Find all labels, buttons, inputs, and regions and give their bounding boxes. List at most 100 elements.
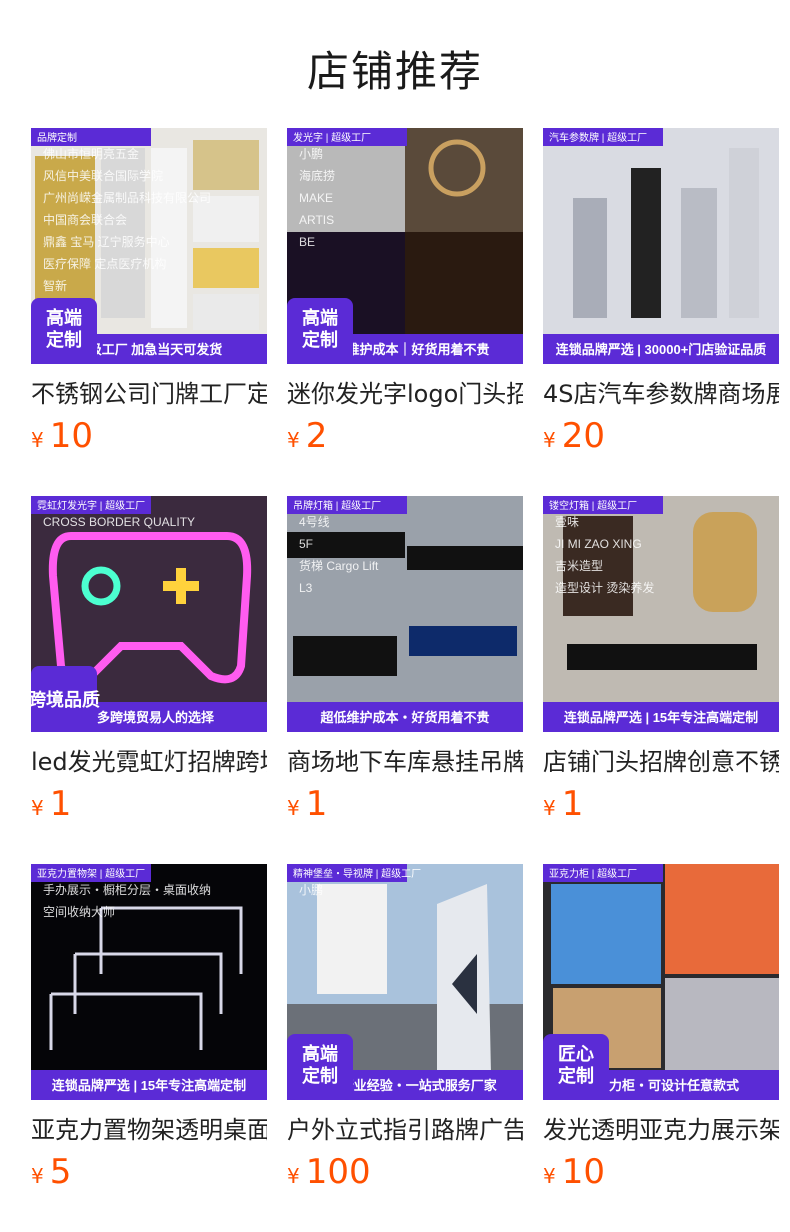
price-value: 5 xyxy=(49,1152,72,1192)
product-image[interactable]: 手办展示・橱柜分层・桌面收纳 空间收纳大师 亚克力置物架 | 超级工厂连锁品牌严选 … xyxy=(31,864,267,1100)
price-value: 10 xyxy=(561,1152,605,1192)
image-text: 造型设计 烫染养发 xyxy=(555,580,654,595)
image-text: 风信中美联合国际学院 xyxy=(43,168,163,183)
image-text: 5F xyxy=(299,537,313,551)
image-tag: 亚克力置物架 | 超级工厂 xyxy=(37,867,145,880)
image-tag: 吊牌灯箱 | 超级工厂 xyxy=(293,499,381,512)
image-text: 中国商会联合会 xyxy=(43,212,127,227)
product-name[interactable]: led发光霓虹灯招牌跨境 xyxy=(31,746,267,778)
product-card[interactable]: 汽车参数牌 | 超级工厂连锁品牌严选 | 30000+门店验证品质 4S店汽车参… xyxy=(543,128,779,456)
product-card[interactable]: CROSS BORDER QUALITY 霓虹灯发光字 | 超级工厂众多跨境贸易人… xyxy=(31,496,267,824)
image-badge-text: 高端 xyxy=(46,307,82,328)
image-tag: 镂空灯箱 | 超级工厂 xyxy=(549,499,637,512)
image-text: L3 xyxy=(299,581,313,595)
image-text: BE xyxy=(299,235,315,249)
image-text: 广州尚嵘金属制品科技有限公司 xyxy=(43,190,211,205)
product-name[interactable]: 商场地下车库悬挂吊牌 xyxy=(287,746,523,778)
image-tag: 亚克力柜 | 超级工厂 xyxy=(549,867,637,880)
image-badge-text: 定制 xyxy=(302,329,338,350)
product-image[interactable]: CROSS BORDER QUALITY 霓虹灯发光字 | 超级工厂众多跨境贸易人… xyxy=(31,496,267,732)
image-badge-text: 高端 xyxy=(302,1043,338,1064)
product-name[interactable]: 户外立式指引路牌广告 xyxy=(287,1114,523,1146)
product-price: ¥20 xyxy=(543,416,779,456)
product-thumbnail-art: 4号线 5F 货梯 Cargo Lift L3 吊牌灯箱 | 超级工厂超低维护成本・好货… xyxy=(287,496,523,732)
product-image[interactable]: 汽车参数牌 | 超级工厂连锁品牌严选 | 30000+门店验证品质 xyxy=(543,128,779,364)
price-value: 100 xyxy=(305,1152,371,1192)
currency-symbol: ¥ xyxy=(31,428,44,452)
product-price: ¥2 xyxy=(287,416,523,456)
product-thumbnail-art: 小鹏精神堡垒・导视牌 | 超级工厂25年行业经验・一站式服务厂家高端定制 xyxy=(287,864,523,1100)
price-value: 1 xyxy=(49,784,72,824)
image-bar-text: 超级工厂 加急当天可发货 xyxy=(76,342,223,357)
price-value: 1 xyxy=(561,784,584,824)
product-price: ¥10 xyxy=(543,1152,779,1192)
image-text: 4号线 xyxy=(299,515,330,529)
product-image[interactable]: 4号线 5F 货梯 Cargo Lift L3 吊牌灯箱 | 超级工厂 超低维护成本・好货… xyxy=(287,496,523,732)
product-name[interactable]: 发光透明亚克力展示架 xyxy=(543,1114,779,1146)
image-bar-text: 连锁品牌严选 | 15年专注高端定制 xyxy=(564,710,758,725)
image-tag: 精神堡垒・导视牌 | 超级工厂 xyxy=(293,867,421,880)
product-thumbnail-art: 汽车参数牌 | 超级工厂连锁品牌严选 | 30000+门店验证品质 xyxy=(543,128,779,364)
image-text: 货梯 Cargo Lift xyxy=(299,558,379,573)
currency-symbol: ¥ xyxy=(31,1164,44,1188)
product-thumbnail-art: 小鹏海底捞MAKEARTISBE发光字 | 超级工厂超低维护成本｜好货用着不贵高… xyxy=(287,128,523,364)
product-image[interactable]: 佛山市恒明亮五金 风信中美联合国际学院 广州尚嵘金属制品科技有限公司 中国商会联合会鼎… xyxy=(31,128,267,364)
price-value: 20 xyxy=(561,416,605,456)
product-name[interactable]: 亚克力置物架透明桌面 xyxy=(31,1114,267,1146)
currency-symbol: ¥ xyxy=(287,796,300,820)
image-bar-text: 众多跨境贸易人的选择 xyxy=(84,710,215,725)
currency-symbol: ¥ xyxy=(31,796,44,820)
currency-symbol: ¥ xyxy=(543,796,556,820)
currency-symbol: ¥ xyxy=(287,1164,300,1188)
image-tag: 汽车参数牌 | 超级工厂 xyxy=(549,131,647,144)
image-badge-text: 跨境品质 xyxy=(31,689,100,710)
product-image[interactable]: 壹味 JI MI ZAO XING 吉米造型 造型设计 烫染养发 镂空灯箱 | 超级工厂… xyxy=(543,496,779,732)
product-card[interactable]: 小鹏 精神堡垒・导视牌 | 超级工厂 25年行业经验・一站式服务厂家 高端 定制 户外立… xyxy=(287,864,523,1192)
image-tag: 霓虹灯发光字 | 超级工厂 xyxy=(37,499,145,512)
price-value: 10 xyxy=(49,416,93,456)
image-text: 手办展示・橱柜分层・桌面收纳 xyxy=(43,882,211,897)
product-thumbnail-art: 亚克力柜 | 超级工厂亚克力柜・可设计任意款式匠心定制 xyxy=(543,864,779,1100)
product-image[interactable]: 小鹏 精神堡垒・导视牌 | 超级工厂 25年行业经验・一站式服务厂家 高端 定制 xyxy=(287,864,523,1100)
product-card[interactable]: 小鹏 海底捞 MAKE ARTIS BE 发光字 | 超级工厂 超低维护成本｜好货用着不贵高… xyxy=(287,128,523,456)
product-card[interactable]: 壹味 JI MI ZAO XING 吉米造型 造型设计 烫染养发 镂空灯箱 | 超级工厂… xyxy=(543,496,779,824)
product-card[interactable]: 手办展示・橱柜分层・桌面收纳 空间收纳大师 亚克力置物架 | 超级工厂连锁品牌严选 … xyxy=(31,864,267,1192)
image-text: ARTIS xyxy=(299,213,334,227)
product-name[interactable]: 不锈钢公司门牌工厂定制 xyxy=(31,378,267,410)
product-price: ¥1 xyxy=(543,784,779,824)
product-name[interactable]: 4S店汽车参数牌商场展示 xyxy=(543,378,779,410)
product-image[interactable]: 小鹏 海底捞 MAKE ARTIS BE 发光字 | 超级工厂 超低维护成本｜好货用着不贵高… xyxy=(287,128,523,364)
product-card[interactable]: 4号线 5F 货梯 Cargo Lift L3 吊牌灯箱 | 超级工厂 超低维护成本・好货… xyxy=(287,496,523,824)
image-tag: 品牌定制 xyxy=(37,131,77,144)
product-thumbnail-art: CROSS BORDER QUALITY 霓虹灯发光字 | 超级工厂众多跨境贸易人… xyxy=(31,496,267,732)
product-image[interactable]: 亚克力柜 | 超级工厂 亚克力柜・可设计任意款式 匠心 定制 xyxy=(543,864,779,1100)
product-thumbnail-art: 手办展示・橱柜分层・桌面收纳空间收纳大师 亚克力置物架 | 超级工厂连锁品牌严选 … xyxy=(31,864,267,1100)
price-value: 1 xyxy=(305,784,328,824)
product-thumbnail-art: 壹味 JI MI ZAO XING 吉米造型造型设计 烫染养发 镂空灯箱 | 超级工厂… xyxy=(543,496,779,732)
product-name[interactable]: 店铺门头招牌创意不锈钢 xyxy=(543,746,779,778)
image-bar-text: 连锁品牌严选 | 30000+门店验证品质 xyxy=(556,342,767,357)
price-value: 2 xyxy=(305,416,328,456)
image-text: CROSS BORDER QUALITY xyxy=(43,515,195,529)
image-bar-text: 连锁品牌严选 | 15年专注高端定制 xyxy=(52,1078,246,1093)
product-card[interactable]: 佛山市恒明亮五金 风信中美联合国际学院 广州尚嵘金属制品科技有限公司 中国商会联合会鼎… xyxy=(31,128,267,456)
product-price: ¥10 xyxy=(31,416,267,456)
image-text: 鼎鑫 宝马 辽宁服务中心 xyxy=(43,234,170,249)
image-text: 空间收纳大师 xyxy=(43,905,115,919)
product-card[interactable]: 亚克力柜 | 超级工厂 亚克力柜・可设计任意款式 匠心 定制 发光透明亚克力展示架 ¥… xyxy=(543,864,779,1192)
image-text: 海底捞 xyxy=(299,168,335,183)
currency-symbol: ¥ xyxy=(543,1164,556,1188)
image-badge-text: 定制 xyxy=(302,1065,338,1086)
image-badge-text: 高端 xyxy=(302,307,338,328)
image-text: MAKE xyxy=(299,191,333,205)
product-name[interactable]: 迷你发光字logo门头招牌 xyxy=(287,378,523,410)
image-badge-text: 定制 xyxy=(558,1065,594,1086)
image-text: 壹味 xyxy=(555,515,579,529)
image-badge-text: 匠心 xyxy=(558,1044,594,1064)
image-text: 医疗保障 定点医疗机构 xyxy=(43,256,166,271)
currency-symbol: ¥ xyxy=(287,428,300,452)
image-badge-text: 定制 xyxy=(46,329,82,350)
image-text: 小鹏 xyxy=(299,883,323,897)
product-price: ¥5 xyxy=(31,1152,267,1192)
currency-symbol: ¥ xyxy=(543,428,556,452)
